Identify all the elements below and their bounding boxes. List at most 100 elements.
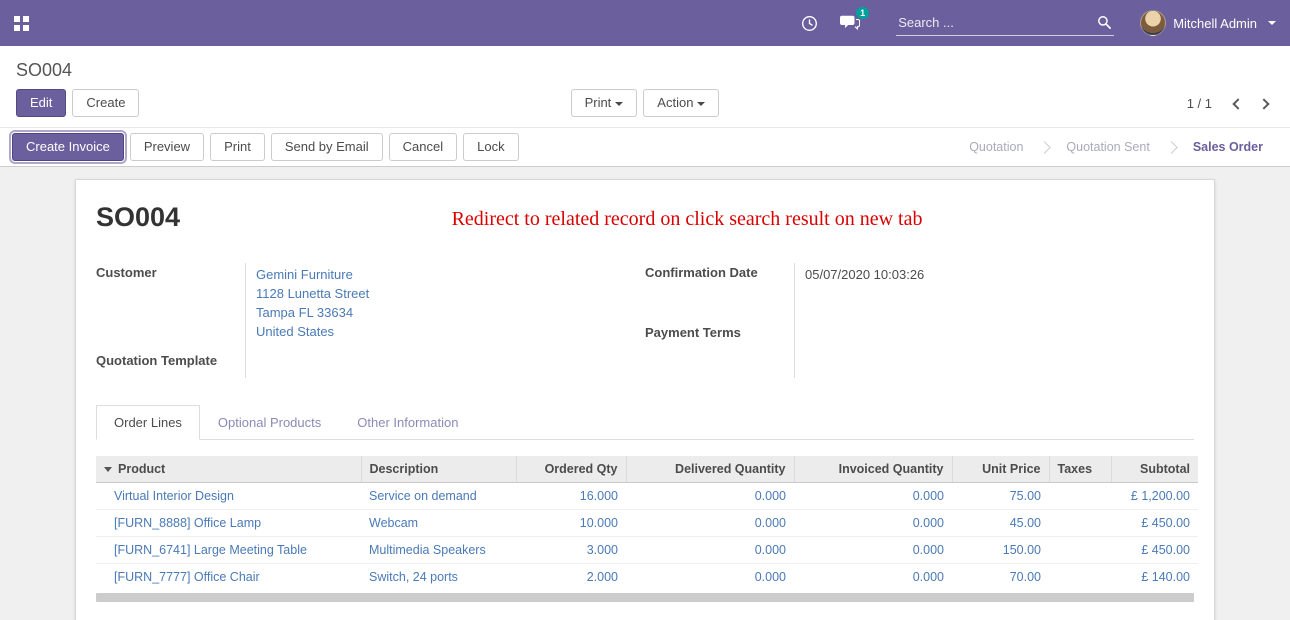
sheet-header: SO004 Redirect to related record on clic… [96, 202, 1194, 233]
control-panel-center: Print Action [571, 89, 720, 117]
order-line-row[interactable]: Virtual Interior Design Service on deman… [96, 483, 1198, 510]
chevron-right-icon [1258, 98, 1269, 109]
pager-value: 1 / 1 [1187, 96, 1212, 111]
cell-product[interactable]: [FURN_6741] Large Meeting Table [96, 537, 361, 564]
cell-subtotal: £ 1,200.00 [1111, 483, 1198, 510]
search-icon[interactable] [1097, 15, 1112, 35]
send-by-email-button[interactable]: Send by Email [271, 133, 383, 161]
field-groups: Customer Gemini Furniture 1128 Lunetta S… [96, 263, 1194, 378]
messages-icon[interactable]: 1 [840, 15, 860, 31]
activities-clock-icon[interactable] [801, 15, 818, 32]
column-header-taxes[interactable]: Taxes [1049, 456, 1111, 483]
column-header-subtotal[interactable]: Subtotal [1111, 456, 1198, 483]
cell-delivered-qty: 0.000 [626, 537, 794, 564]
quotation-template-value [246, 351, 645, 378]
cell-taxes [1049, 564, 1111, 591]
order-line-row[interactable]: [FURN_8888] Office Lamp Webcam 10.000 0.… [96, 510, 1198, 537]
customer-country[interactable]: United States [256, 322, 645, 341]
column-header-unit-price[interactable]: Unit Price [952, 456, 1049, 483]
left-field-group: Customer Gemini Furniture 1128 Lunetta S… [96, 263, 645, 378]
horizontal-scrollbar[interactable] [96, 593, 1194, 602]
breadcrumb: SO004 [16, 60, 72, 80]
customer-value: Gemini Furniture 1128 Lunetta Street Tam… [246, 263, 645, 351]
breadcrumb-row: SO004 [0, 46, 1290, 83]
status-step-quotation-sent[interactable]: Quotation Sent [1051, 134, 1164, 160]
cell-description[interactable]: Service on demand [361, 483, 516, 510]
apps-menu-icon[interactable] [14, 16, 29, 31]
statusbar: Create Invoice Preview Print Send by Ema… [0, 127, 1290, 167]
print-dropdown-button[interactable]: Print [571, 89, 638, 117]
status-steps: Quotation Quotation Sent Sales Order [954, 134, 1278, 160]
edit-button[interactable]: Edit [16, 89, 66, 117]
cell-invoiced-qty: 0.000 [794, 510, 952, 537]
create-invoice-button[interactable]: Create Invoice [12, 133, 124, 161]
cell-invoiced-qty: 0.000 [794, 483, 952, 510]
column-header-description[interactable]: Description [361, 456, 516, 483]
status-step-quotation[interactable]: Quotation [954, 134, 1038, 160]
topbar-right: 1 Mitchell Admin [801, 10, 1276, 36]
order-line-row[interactable]: [FURN_7777] Office Chair Switch, 24 port… [96, 564, 1198, 591]
cell-taxes [1049, 510, 1111, 537]
step-separator-icon [1039, 141, 1052, 154]
cell-description[interactable]: Webcam [361, 510, 516, 537]
print-button[interactable]: Print [210, 133, 265, 161]
cell-subtotal: £ 140.00 [1111, 564, 1198, 591]
lock-button[interactable]: Lock [463, 133, 518, 161]
notebook-tabs: Order Lines Optional Products Other Info… [96, 404, 1194, 440]
tab-order-lines[interactable]: Order Lines [96, 405, 200, 440]
column-header-product[interactable]: Product [96, 456, 361, 483]
cell-subtotal: £ 450.00 [1111, 537, 1198, 564]
confirmation-date-label: Confirmation Date [645, 263, 795, 323]
search-box [896, 10, 1114, 36]
annotation-text: Redirect to related record on click sear… [180, 202, 1194, 231]
quotation-template-label: Quotation Template [96, 351, 246, 378]
search-input[interactable] [896, 10, 1114, 36]
step-separator-icon [1165, 141, 1178, 154]
preview-button[interactable]: Preview [130, 133, 204, 161]
order-lines-table: Product Description Ordered Qty Delivere… [96, 456, 1198, 590]
cell-invoiced-qty: 0.000 [794, 564, 952, 591]
cell-subtotal: £ 450.00 [1111, 510, 1198, 537]
customer-label: Customer [96, 263, 246, 351]
chevron-down-icon [615, 102, 623, 106]
action-dropdown-button[interactable]: Action [643, 89, 719, 117]
cell-description[interactable]: Switch, 24 ports [361, 564, 516, 591]
cell-delivered-qty: 0.000 [626, 510, 794, 537]
pager-next-button[interactable] [1254, 92, 1274, 115]
customer-name-link[interactable]: Gemini Furniture [256, 265, 645, 284]
cell-delivered-qty: 0.000 [626, 483, 794, 510]
cell-description[interactable]: Multimedia Speakers [361, 537, 516, 564]
cell-ordered-qty: 10.000 [516, 510, 626, 537]
statusbar-buttons: Create Invoice Preview Print Send by Ema… [12, 133, 519, 161]
order-line-row[interactable]: [FURN_6741] Large Meeting Table Multimed… [96, 537, 1198, 564]
cell-product[interactable]: [FURN_8888] Office Lamp [96, 510, 361, 537]
topbar: 1 Mitchell Admin [0, 0, 1290, 46]
create-button[interactable]: Create [72, 89, 139, 117]
confirmation-date-value: 05/07/2020 10:03:26 [795, 263, 1194, 323]
message-count-badge: 1 [856, 7, 869, 19]
cell-unit-price: 70.00 [952, 564, 1049, 591]
column-header-delivered-quantity[interactable]: Delivered Quantity [626, 456, 794, 483]
avatar [1140, 10, 1166, 36]
cell-delivered-qty: 0.000 [626, 564, 794, 591]
tab-other-information[interactable]: Other Information [339, 405, 476, 440]
status-step-sales-order[interactable]: Sales Order [1178, 134, 1278, 160]
customer-city[interactable]: Tampa FL 33634 [256, 303, 645, 322]
customer-street[interactable]: 1128 Lunetta Street [256, 284, 645, 303]
pager-previous-button[interactable] [1228, 92, 1248, 115]
cancel-button[interactable]: Cancel [389, 133, 457, 161]
cell-product[interactable]: Virtual Interior Design [96, 483, 361, 510]
payment-terms-label: Payment Terms [645, 323, 795, 379]
column-header-ordered-qty[interactable]: Ordered Qty [516, 456, 626, 483]
chevron-down-icon [697, 102, 705, 106]
cell-unit-price: 75.00 [952, 483, 1049, 510]
sort-caret-icon [104, 467, 112, 472]
tab-optional-products[interactable]: Optional Products [200, 405, 339, 440]
user-menu[interactable]: Mitchell Admin [1140, 10, 1276, 36]
user-name: Mitchell Admin [1173, 16, 1257, 31]
cell-ordered-qty: 3.000 [516, 537, 626, 564]
cell-unit-price: 45.00 [952, 510, 1049, 537]
column-header-invoiced-quantity[interactable]: Invoiced Quantity [794, 456, 952, 483]
order-lines-header: Product Description Ordered Qty Delivere… [96, 456, 1198, 483]
cell-product[interactable]: [FURN_7777] Office Chair [96, 564, 361, 591]
